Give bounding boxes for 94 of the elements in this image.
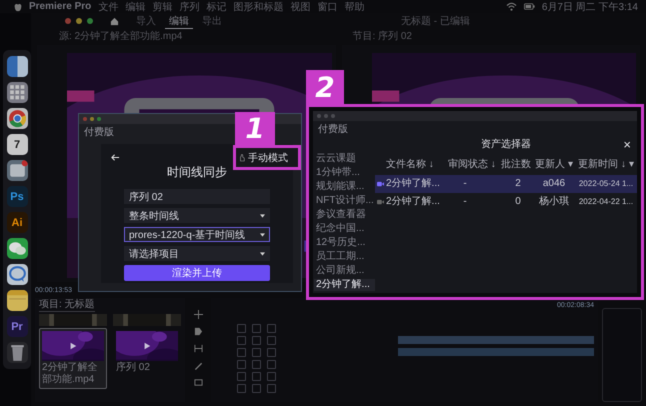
folder-item[interactable]: NFT设计师... [314,195,375,207]
column-header[interactable]: 审阅状态 ↓ [445,157,499,171]
zoom-window-button[interactable] [87,18,93,24]
hand-icon [239,154,245,162]
menu-clock[interactable]: 6月7日 周二 下午3:14 [542,0,638,14]
menu-item[interactable]: 窗口 [317,0,338,14]
table-cell: 0 [515,196,521,208]
close-window-button[interactable] [65,18,71,24]
window-title: 无标题 - 已编辑 [401,14,470,28]
menu-item[interactable]: 文件 [98,0,118,14]
media-name: 序列 02 [116,362,151,374]
table-cell: 2 [515,178,521,190]
home-icon[interactable] [110,16,119,26]
back-arrow-icon[interactable] [111,153,120,162]
finder-app-icon[interactable] [6,56,28,77]
play-icon[interactable] [69,342,77,350]
folder-item[interactable]: 1分钟带... [314,167,375,179]
launchpad-app-icon[interactable] [6,82,28,103]
project-tab[interactable]: 项目: 无标题 [39,299,95,312]
tag-icon[interactable] [194,327,202,336]
file-row[interactable]: 2分钟了解... - 2 a046 2022-05-24 1... [375,175,637,193]
sequence-name-field[interactable]: 序列 02 [124,189,270,204]
chrome-app-icon[interactable] [6,108,28,129]
folder-item[interactable]: 云云课题 [314,153,375,165]
ps-app-icon[interactable]: Ps [6,186,28,207]
table-cell: - [463,196,467,208]
pen-icon[interactable] [194,361,202,370]
table-cell: 2022-04-22 1... [578,196,634,208]
folder-item[interactable]: 纪念中国... [314,223,375,235]
menu-item[interactable]: 标记 [206,0,226,14]
folder-item[interactable]: 参议查看器 [314,209,375,221]
table-cell: 杨小琪 [539,196,569,208]
table-cell: 2022-05-24 1... [578,178,634,190]
trash-app-icon[interactable] [6,342,28,363]
menu-app-name[interactable]: Premiere Pro [29,1,92,12]
folder-item[interactable]: 公司新规... [314,265,375,277]
notes-app-icon[interactable] [6,290,28,311]
dialog-title: 时间线同步 [167,164,227,181]
caret-icon [260,252,265,256]
program-monitor-title[interactable]: 节目: 序列 02 [352,29,646,43]
folder-item[interactable]: 2分钟了解... [314,279,375,291]
column-header[interactable]: 文件名称 ↓ [375,157,445,171]
table-cell: - [463,178,467,190]
workspace-tab[interactable]: 编辑 [165,14,193,28]
manual-mode-toggle[interactable]: 手动模式 [233,145,301,170]
audio-clip[interactable] [398,348,594,356]
wifi-icon[interactable] [506,2,517,11]
minimize-window-button[interactable] [76,18,82,24]
menu-item[interactable]: 视图 [290,0,310,14]
dropdown[interactable]: 整条时间线 [124,208,270,223]
apple-icon[interactable] [14,2,22,12]
table-cell: a046 [542,178,566,190]
folder-item[interactable]: 12号历史... [314,237,375,249]
column-header[interactable]: 批注数 [499,157,533,171]
rectangle-icon[interactable] [194,378,202,387]
video-file-icon [377,181,384,187]
source-monitor-title[interactable]: 源: 2分钟了解全部功能.mp4 [59,29,352,43]
menu-item[interactable]: 剪辑 [152,0,172,14]
dialog-title: 资产选择器 [481,139,531,151]
chat-app-icon[interactable] [6,264,28,285]
media-name: 2分钟了解全部功能.mp4 [42,362,99,386]
table-cell: 2分钟了解... [386,196,440,208]
menu-item[interactable]: 编辑 [125,0,146,14]
video-file-icon [377,199,384,205]
video-clip[interactable] [398,336,594,344]
close-button[interactable]: × [623,138,631,152]
pr-app-icon[interactable]: Pr [6,316,28,337]
render-upload-button[interactable]: 渲染并上传 [124,265,270,281]
menu-item[interactable]: 图形和标题 [233,0,284,14]
media-item[interactable]: 2分钟了解全部功能.mp4 [39,328,107,389]
dropdown[interactable]: 请选择项目 [124,246,270,261]
wechat-app-icon[interactable] [6,238,28,259]
app-label: 付费版 [318,124,348,135]
reminders-app-icon[interactable] [6,160,28,181]
ai-app-icon[interactable]: Ai [6,212,28,233]
column-header[interactable]: 更新人 ▾ [533,157,575,171]
caret-icon [260,232,265,236]
folder-item[interactable]: 员工工期... [314,251,375,263]
calendar-app-icon[interactable]: 7 [6,134,28,155]
callout-badge: 2 [306,70,344,104]
app-label: 付费版 [84,127,114,138]
battery-icon[interactable] [524,2,535,11]
menu-item[interactable]: 序列 [179,0,200,14]
folder-item[interactable]: 规划能课... [314,181,375,193]
table-cell: 2分钟了解... [386,178,440,190]
column-header[interactable]: 更新时间 ↓ ▾ [575,157,637,171]
bracket-icon[interactable] [194,344,202,353]
file-row[interactable]: 2分钟了解... - 0 杨小琪 2022-04-22 1... [375,193,637,211]
menu-item[interactable]: 帮助 [344,0,364,14]
callout-badge: 1 [235,112,275,145]
move-icon[interactable] [194,310,202,319]
media-item[interactable]: 序列 02 [113,328,181,389]
play-icon[interactable] [143,342,151,350]
dropdown[interactable]: prores-1220-q-基于时间线 [124,227,270,242]
